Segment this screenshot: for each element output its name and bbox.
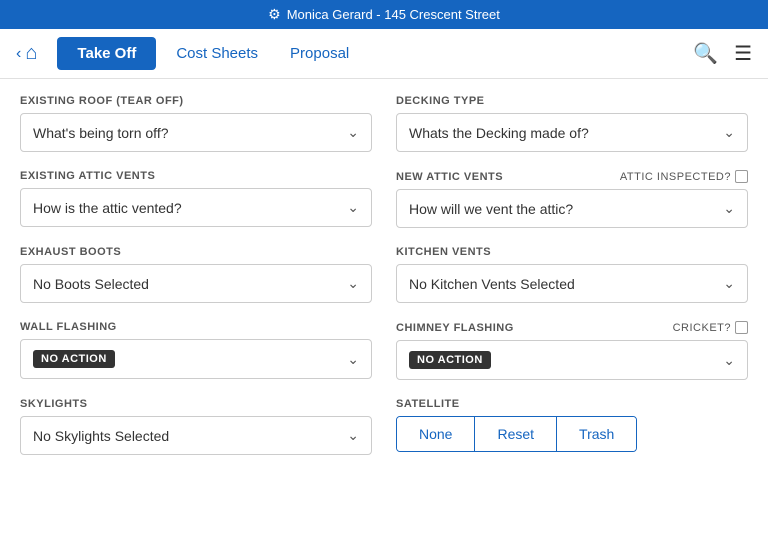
existing-roof-field: EXISTING ROOF (TEAR OFF) What's being to… [20, 95, 372, 152]
existing-attic-value: How is the attic vented? [33, 200, 347, 216]
decking-type-value: Whats the Decking made of? [409, 125, 723, 141]
attic-inspected-label: Attic Inspected? [620, 170, 748, 183]
existing-roof-label: EXISTING ROOF (TEAR OFF) [20, 95, 372, 107]
existing-roof-select[interactable]: What's being torn off? ⌄ [20, 113, 372, 152]
exhaust-boots-value: No Boots Selected [33, 276, 347, 292]
satellite-buttons: None Reset Trash [396, 416, 637, 452]
chimney-flashing-label: CHIMNEY FLASHING Cricket? [396, 321, 748, 334]
decking-type-select[interactable]: Whats the Decking made of? ⌄ [396, 113, 748, 152]
kitchen-vents-select[interactable]: No Kitchen Vents Selected ⌄ [396, 264, 748, 303]
chevron-down-icon: ⌄ [347, 427, 359, 444]
skylights-label: SKYLIGHTS [20, 398, 372, 410]
new-attic-field: NEW ATTIC VENTS Attic Inspected? How wil… [396, 170, 748, 228]
satellite-none-button[interactable]: None [397, 417, 475, 451]
no-action-badge: NO ACTION [33, 350, 115, 368]
user-location-text: Monica Gerard - 145 Crescent Street [287, 7, 500, 22]
form-grid: EXISTING ROOF (TEAR OFF) What's being to… [20, 95, 748, 473]
nav-bar: ‹ ⌂ Take Off Cost Sheets Proposal 🔍 ☰ [0, 29, 768, 79]
attic-inspected-checkbox[interactable] [735, 170, 748, 183]
search-icon[interactable]: 🔍 [693, 41, 718, 66]
chevron-down-icon: ⌄ [723, 275, 735, 292]
decking-type-label: DECKING TYPE [396, 95, 748, 107]
satellite-field: SATELLITE None Reset Trash [396, 398, 748, 455]
chimney-flashing-select[interactable]: NO ACTION ⌄ [396, 340, 748, 380]
skylights-value: No Skylights Selected [33, 428, 347, 444]
menu-icon[interactable]: ☰ [734, 41, 752, 66]
skylights-select[interactable]: No Skylights Selected ⌄ [20, 416, 372, 455]
nav-right: 🔍 ☰ [693, 41, 752, 66]
gear-icon: ⚙ [268, 6, 281, 23]
new-attic-select[interactable]: How will we vent the attic? ⌄ [396, 189, 748, 228]
exhaust-boots-label: EXHAUST BOOTS [20, 246, 372, 258]
home-icon[interactable]: ⌂ [25, 42, 37, 65]
chimney-flashing-field: CHIMNEY FLASHING Cricket? NO ACTION ⌄ [396, 321, 748, 380]
existing-attic-label: EXISTING ATTIC VENTS [20, 170, 372, 182]
takeoff-button[interactable]: Take Off [57, 37, 156, 70]
exhaust-boots-select[interactable]: No Boots Selected ⌄ [20, 264, 372, 303]
nav-left: ‹ ⌂ [16, 42, 37, 65]
main-content: EXISTING ROOF (TEAR OFF) What's being to… [0, 79, 768, 489]
wall-flashing-select[interactable]: NO ACTION ⌄ [20, 339, 372, 379]
chevron-down-icon: ⌄ [347, 124, 359, 141]
chevron-down-icon: ⌄ [347, 275, 359, 292]
top-bar: ⚙ Monica Gerard - 145 Crescent Street [0, 0, 768, 29]
cricket-label: Cricket? [673, 321, 748, 334]
satellite-label: SATELLITE [396, 398, 748, 410]
decking-type-field: DECKING TYPE Whats the Decking made of? … [396, 95, 748, 152]
chevron-down-icon: ⌄ [723, 200, 735, 217]
chevron-down-icon: ⌄ [723, 124, 735, 141]
skylights-field: SKYLIGHTS No Skylights Selected ⌄ [20, 398, 372, 455]
chevron-down-icon: ⌄ [347, 351, 359, 368]
chevron-down-icon: ⌄ [347, 199, 359, 216]
existing-attic-select[interactable]: How is the attic vented? ⌄ [20, 188, 372, 227]
proposal-button[interactable]: Proposal [278, 37, 361, 70]
kitchen-vents-field: KITCHEN VENTS No Kitchen Vents Selected … [396, 246, 748, 303]
existing-roof-value: What's being torn off? [33, 125, 347, 141]
chevron-down-icon: ⌄ [723, 352, 735, 369]
wall-flashing-field: WALL FLASHING NO ACTION ⌄ [20, 321, 372, 380]
cost-sheets-button[interactable]: Cost Sheets [164, 37, 270, 70]
new-attic-value: How will we vent the attic? [409, 201, 723, 217]
kitchen-vents-value: No Kitchen Vents Selected [409, 276, 723, 292]
existing-attic-field: EXISTING ATTIC VENTS How is the attic ve… [20, 170, 372, 228]
back-arrow-icon[interactable]: ‹ [16, 45, 21, 63]
new-attic-label: NEW ATTIC VENTS Attic Inspected? [396, 170, 748, 183]
cricket-checkbox[interactable] [735, 321, 748, 334]
no-action-badge: NO ACTION [409, 351, 491, 369]
satellite-trash-button[interactable]: Trash [557, 417, 636, 451]
wall-flashing-label: WALL FLASHING [20, 321, 372, 333]
satellite-reset-button[interactable]: Reset [475, 417, 557, 451]
exhaust-boots-field: EXHAUST BOOTS No Boots Selected ⌄ [20, 246, 372, 303]
kitchen-vents-label: KITCHEN VENTS [396, 246, 748, 258]
